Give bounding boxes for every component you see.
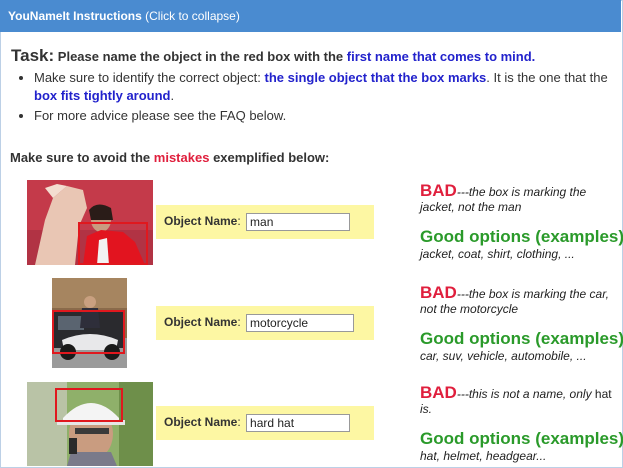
avoid-mistakes-heading: Make sure to avoid the mistakes exemplif…	[10, 150, 329, 165]
bounding-box	[52, 310, 125, 354]
bad-text: ---this is not a name, only	[456, 387, 592, 401]
object-name-label: Object Name	[164, 315, 238, 330]
critique-3: BAD---this is not a name, only hat is. G…	[420, 383, 623, 463]
instructions-header[interactable]: YouNameIt Instructions (Click to collaps…	[0, 0, 621, 32]
bullet-faq: For more advice please see the FAQ below…	[34, 107, 623, 125]
bad-label: BAD	[420, 383, 457, 402]
bad-label: BAD	[420, 283, 457, 302]
example-image-jacket	[27, 180, 153, 265]
good-options-list: hat, helmet, headgear...	[420, 449, 547, 463]
avoid-after: exemplified below:	[213, 150, 330, 165]
task-text: Please name the object in the red box wi…	[57, 49, 344, 64]
object-name-label: Object Name	[164, 214, 238, 229]
bullet-2-text: For more advice please see the FAQ below…	[34, 108, 287, 123]
object-name-field-2: Object Name:	[156, 306, 374, 340]
bullet-1-text: Make sure to identify the correct object…	[34, 70, 261, 85]
collapse-hint: (Click to collapse)	[145, 9, 240, 23]
good-options-title: Good options (examples):	[420, 329, 623, 348]
object-name-input[interactable]	[246, 213, 351, 231]
header-title: YouNameIt Instructions	[8, 9, 142, 23]
bad-explanation: BAD---the box is marking the jacket, not…	[420, 181, 620, 215]
object-name-field-1: Object Name:	[156, 205, 374, 239]
bad-explanation: BAD---this is not a name, only hat is.	[420, 383, 620, 417]
critique-2: BAD---the box is marking the car, not th…	[420, 283, 623, 363]
example-image-hard-hat	[27, 382, 153, 466]
object-name-input[interactable]	[246, 414, 351, 432]
avoid-before: Make sure to avoid the	[10, 150, 151, 165]
example-image-car	[52, 278, 127, 368]
critique-1: BAD---the box is marking the jacket, not…	[420, 181, 623, 261]
bullet-1-highlight-1: the single object that the box marks	[264, 70, 487, 85]
task-highlight: first name that comes to mind.	[346, 49, 536, 64]
task-label: Task:	[11, 46, 55, 65]
good-options-title: Good options (examples):	[420, 429, 623, 448]
object-name-label: Object Name	[164, 415, 238, 430]
bad-plain-word: hat	[594, 387, 612, 401]
avoid-highlight: mistakes	[153, 150, 210, 165]
task-line: Task: Please name the object in the red …	[11, 46, 535, 66]
bad-end: is.	[420, 402, 432, 416]
bullet-1-middle: . It is the one that the	[486, 70, 608, 85]
bad-label: BAD	[420, 181, 457, 200]
object-name-field-3: Object Name:	[156, 406, 374, 440]
bad-explanation: BAD---the box is marking the car, not th…	[420, 283, 620, 317]
bounding-box	[55, 388, 123, 422]
bullet-1-highlight-2: box fits tightly around	[34, 88, 171, 103]
good-options-list: car, suv, vehicle, automobile, ...	[420, 349, 587, 363]
good-options-list: jacket, coat, shirt, clothing, ...	[420, 247, 575, 261]
bullet-identify-object: Make sure to identify the correct object…	[34, 69, 623, 105]
good-options-title: Good options (examples):	[420, 227, 623, 246]
bullet-1-end: .	[170, 88, 175, 103]
bounding-box	[78, 222, 148, 265]
instruction-bullets: Make sure to identify the correct object…	[16, 69, 623, 127]
object-name-input[interactable]	[246, 314, 355, 332]
